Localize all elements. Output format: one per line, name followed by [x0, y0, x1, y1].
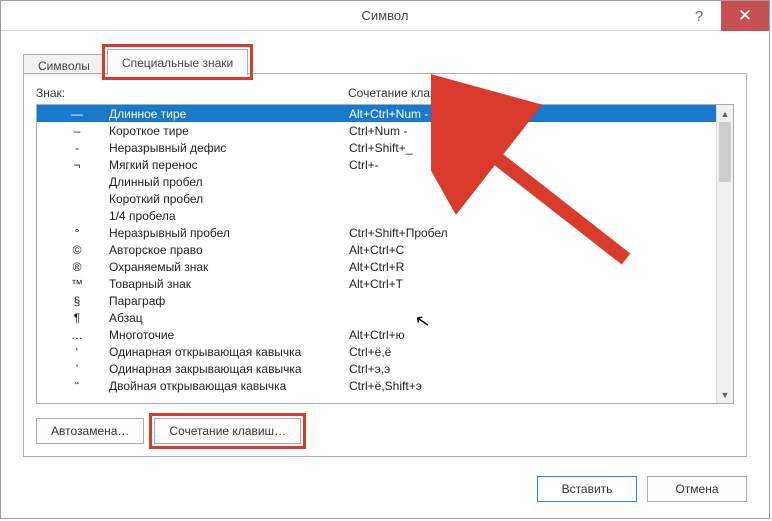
item-symbol: ®: [45, 260, 109, 274]
item-shortcut: Alt+Ctrl+R: [349, 260, 716, 274]
dialog-client: Символы Специальные знаки Знак: Сочетани…: [1, 32, 769, 518]
scroll-thumb[interactable]: [719, 122, 731, 182]
button-label: Сочетание клавиш…: [169, 424, 286, 438]
item-symbol: ’: [45, 362, 109, 376]
item-shortcut: Alt+Ctrl+T: [349, 277, 716, 291]
item-name: Короткий пробел: [109, 192, 349, 206]
button-label: Вставить: [562, 482, 613, 496]
tab-panel: Знак: Сочетание клавиш: —Длинное тиреAlt…: [23, 74, 747, 457]
item-symbol: “: [45, 379, 109, 393]
dialog-buttons: Вставить Отмена: [537, 476, 747, 502]
list-item[interactable]: -Неразрывный дефисCtrl+Shift+_: [37, 139, 716, 156]
list-item[interactable]: –Короткое тиреCtrl+Num -: [37, 122, 716, 139]
item-name: Параграф: [109, 294, 349, 308]
item-symbol: °: [45, 226, 109, 240]
item-shortcut: Ctrl+ё,ё: [349, 345, 716, 359]
insert-button[interactable]: Вставить: [537, 476, 637, 502]
list-item[interactable]: ™Товарный знакAlt+Ctrl+T: [37, 275, 716, 292]
item-symbol: ‘: [45, 345, 109, 359]
scroll-up-icon[interactable]: ▲: [717, 105, 733, 122]
item-symbol: §: [45, 294, 109, 308]
cancel-button[interactable]: Отмена: [647, 476, 747, 502]
item-name: Мягкий перенос: [109, 158, 349, 172]
autoreplace-button[interactable]: Автозамена…: [36, 418, 144, 444]
tab-special-characters[interactable]: Специальные знаки: [107, 49, 248, 75]
titlebar: Символ ? ✕: [1, 1, 769, 31]
item-shortcut: Ctrl+Shift+Пробел: [349, 226, 716, 240]
list-item[interactable]: °Неразрывный пробелCtrl+Shift+Пробел: [37, 224, 716, 241]
list-item[interactable]: Короткий пробел: [37, 190, 716, 207]
list-item[interactable]: ‘Одинарная открывающая кавычкаCtrl+ё,ё: [37, 343, 716, 360]
item-symbol: –: [45, 124, 109, 138]
scroll-track[interactable]: [717, 122, 733, 386]
list-item[interactable]: ¶Абзац: [37, 309, 716, 326]
symbol-dialog: Символ ? ✕ Символы Специальные знаки Зна…: [0, 0, 770, 519]
list-item[interactable]: ©Авторское правоAlt+Ctrl+C: [37, 241, 716, 258]
item-symbol: ¶: [45, 311, 109, 325]
item-name: Одинарная открывающая кавычка: [109, 345, 349, 359]
item-name: Товарный знак: [109, 277, 349, 291]
item-symbol: …: [45, 328, 109, 342]
item-shortcut: Alt+Ctrl+Num -: [349, 107, 716, 121]
special-characters-list[interactable]: —Длинное тиреAlt+Ctrl+Num -–Короткое тир…: [36, 104, 734, 404]
list-item[interactable]: —Длинное тиреAlt+Ctrl+Num -: [37, 105, 716, 122]
item-shortcut: Ctrl+-: [349, 158, 716, 172]
list-item[interactable]: ’Одинарная закрывающая кавычкаCtrl+э,э: [37, 360, 716, 377]
item-name: Длинное тире: [109, 107, 349, 121]
item-name: Длинный пробел: [109, 175, 349, 189]
item-shortcut: Ctrl+Num -: [349, 124, 716, 138]
list-rows: —Длинное тиреAlt+Ctrl+Num -–Короткое тир…: [37, 105, 716, 403]
item-symbol: -: [45, 141, 109, 155]
item-symbol: —: [45, 107, 109, 121]
panel-buttons: Автозамена… Сочетание клавиш…: [36, 418, 734, 444]
list-item[interactable]: 1/4 пробела: [37, 207, 716, 224]
item-shortcut: Ctrl+Shift+_: [349, 141, 716, 155]
item-symbol: ¬: [45, 158, 109, 172]
item-name: Короткое тире: [109, 124, 349, 138]
tab-bar: Символы Специальные знаки: [23, 46, 747, 74]
item-name: Двойная открывающая кавычка: [109, 379, 349, 393]
window-title: Символ: [1, 8, 769, 23]
shortcut-button[interactable]: Сочетание клавиш…: [154, 418, 301, 444]
button-label: Отмена: [675, 482, 718, 496]
item-name: Абзац: [109, 311, 349, 325]
item-shortcut: Ctrl+э,э: [349, 362, 716, 376]
item-name: Неразрывный дефис: [109, 141, 349, 155]
header-shortcut: Сочетание клавиш:: [348, 86, 734, 100]
item-name: Неразрывный пробел: [109, 226, 349, 240]
close-button[interactable]: ✕: [721, 1, 769, 31]
list-item[interactable]: §Параграф: [37, 292, 716, 309]
help-button[interactable]: ?: [677, 1, 721, 31]
item-name: Одинарная закрывающая кавычка: [109, 362, 349, 376]
scroll-down-icon[interactable]: ▼: [717, 386, 733, 403]
header-sign: Знак:: [36, 86, 348, 100]
item-name: 1/4 пробела: [109, 209, 349, 223]
item-shortcut: Alt+Ctrl+ю: [349, 328, 716, 342]
list-item[interactable]: “Двойная открывающая кавычкаCtrl+ё,Shift…: [37, 377, 716, 394]
list-item[interactable]: ®Охраняемый знакAlt+Ctrl+R: [37, 258, 716, 275]
item-symbol: ™: [45, 277, 109, 291]
item-name: Охраняемый знак: [109, 260, 349, 274]
scrollbar[interactable]: ▲ ▼: [716, 105, 733, 403]
button-label: Автозамена…: [51, 424, 129, 438]
item-shortcut: Ctrl+ё,Shift+э: [349, 379, 716, 393]
tab-label: Специальные знаки: [122, 56, 233, 70]
list-item[interactable]: …МноготочиеAlt+Ctrl+ю: [37, 326, 716, 343]
window-controls: ? ✕: [677, 1, 769, 31]
item-name: Многоточие: [109, 328, 349, 342]
list-item[interactable]: ¬Мягкий переносCtrl+-: [37, 156, 716, 173]
list-header: Знак: Сочетание клавиш:: [36, 86, 734, 100]
item-shortcut: Alt+Ctrl+C: [349, 243, 716, 257]
list-item[interactable]: Длинный пробел: [37, 173, 716, 190]
item-name: Авторское право: [109, 243, 349, 257]
item-symbol: ©: [45, 243, 109, 257]
tab-label: Символы: [38, 59, 90, 73]
